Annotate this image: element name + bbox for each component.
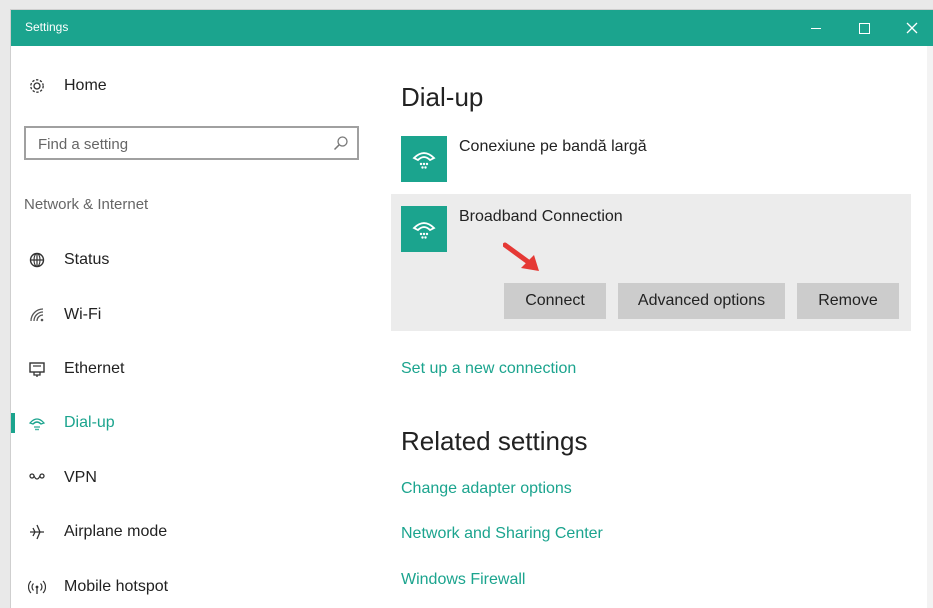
connect-button[interactable]: Connect [504, 283, 606, 319]
gear-icon [27, 76, 47, 96]
connection-name: Conexiune pe bandă largă [459, 138, 647, 155]
close-icon [906, 22, 918, 34]
search-box [24, 126, 359, 160]
sidebar-item-label: VPN [64, 469, 97, 486]
minimize-button[interactable] [793, 10, 839, 46]
maximize-button[interactable] [841, 10, 887, 46]
ethernet-icon [27, 359, 47, 379]
sidebar-item-airplane[interactable]: Airplane mode [11, 512, 381, 552]
sidebar-item-label: Dial-up [64, 414, 115, 431]
connection-item[interactable]: Conexiune pe bandă largă [391, 132, 911, 192]
main-content: Dial-up Conexiune pe bandă largă Broadba… [391, 46, 933, 608]
sidebar-item-home[interactable]: Home [11, 66, 381, 106]
change-adapter-options-link[interactable]: Change adapter options [401, 480, 572, 498]
connection-name: Broadband Connection [459, 208, 623, 225]
minimize-icon [811, 27, 821, 29]
setup-new-connection-link[interactable]: Set up a new connection [401, 360, 576, 378]
red-arrow-annotation [503, 242, 539, 271]
sidebar-item-status[interactable]: Status [11, 240, 381, 280]
active-indicator [11, 413, 15, 433]
settings-window: Settings Home Find a setting Network & I… [11, 10, 933, 608]
maximize-icon [858, 22, 870, 34]
connection-item-expanded[interactable]: Broadband Connection Connect Advanced op… [391, 194, 911, 331]
scrollbar[interactable] [927, 46, 933, 608]
search-input[interactable] [26, 128, 330, 160]
search-icon[interactable] [333, 135, 349, 151]
sidebar-item-label: Home [64, 77, 107, 94]
sidebar-item-dialup[interactable]: Dial-up [11, 403, 381, 443]
related-settings-heading: Related settings [401, 426, 588, 456]
sidebar-item-label: Ethernet [64, 360, 125, 377]
wifi-icon [27, 305, 47, 325]
sidebar-item-label: Status [64, 251, 110, 268]
sidebar: Home Network & Internet Status [11, 46, 391, 608]
airplane-icon [27, 522, 47, 542]
windows-firewall-link[interactable]: Windows Firewall [401, 571, 525, 589]
sidebar-item-vpn[interactable]: VPN [11, 458, 381, 498]
sidebar-item-label: Wi-Fi [64, 306, 102, 323]
window-title: Settings [25, 20, 69, 34]
sidebar-item-label: Mobile hotspot [64, 578, 169, 595]
network-sharing-center-link[interactable]: Network and Sharing Center [401, 525, 603, 543]
sidebar-item-label: Airplane mode [64, 523, 168, 540]
sidebar-item-ethernet[interactable]: Ethernet [11, 349, 381, 389]
title-bar: Settings [11, 10, 933, 46]
hotspot-icon [27, 577, 47, 597]
remove-button[interactable]: Remove [797, 283, 899, 319]
advanced-options-button[interactable]: Advanced options [618, 283, 785, 319]
dialup-phone-icon [27, 413, 47, 433]
sidebar-item-wifi[interactable]: Wi-Fi [11, 295, 381, 335]
close-button[interactable] [889, 10, 933, 46]
section-label: Network & Internet [24, 196, 149, 213]
globe-status-icon [27, 250, 47, 270]
vpn-icon [27, 468, 47, 488]
sidebar-item-mobile-hotspot[interactable]: Mobile hotspot [11, 567, 381, 607]
dialup-phone-icon [401, 206, 447, 252]
dialup-phone-icon [401, 136, 447, 182]
page-title: Dial-up [401, 82, 484, 112]
